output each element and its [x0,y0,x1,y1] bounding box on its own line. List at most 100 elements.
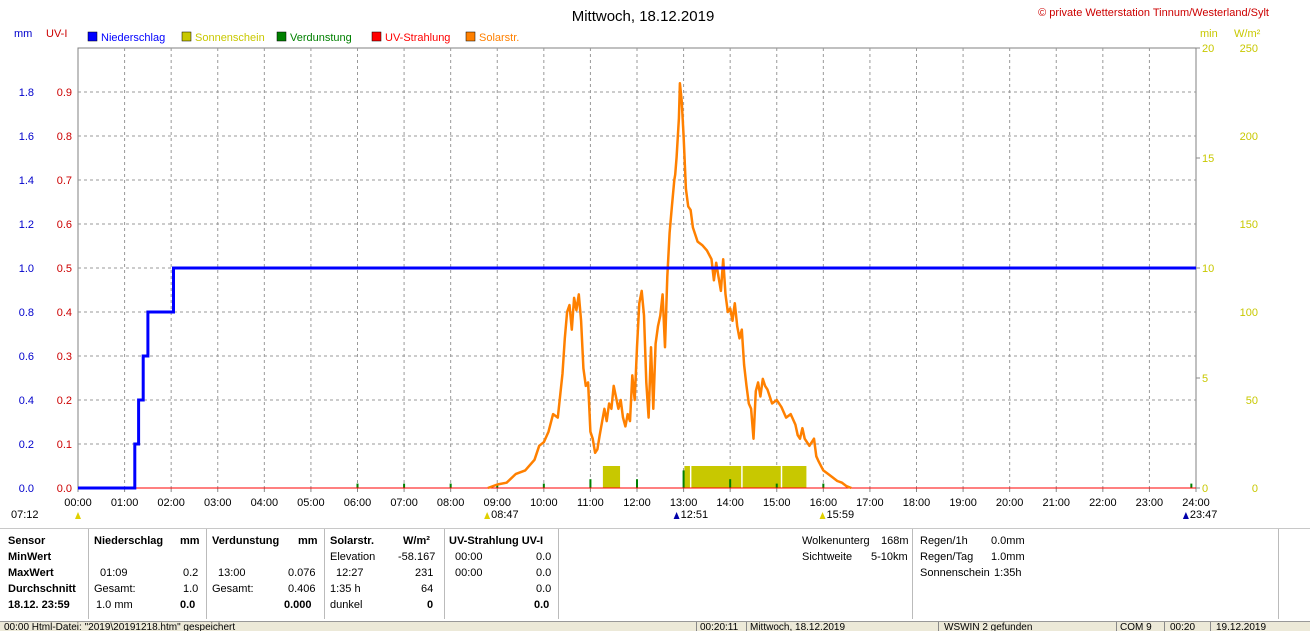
y-tick-label-uvi: 0.4 [57,307,72,319]
x-tick-label: 15:00 [763,497,791,509]
x-tick-label: 11:00 [577,497,604,509]
solar-duration-label: 1:35 h [330,583,361,595]
stats-panel: Sensor MinWert MaxWert Durchschnitt 18.1… [0,528,1310,621]
chart-title: Mittwoch, 18.12.2019 [572,8,715,25]
x-tick-label: 19:00 [949,497,977,509]
uv-header: UV-Strahlung UV-I [449,535,544,547]
cloud-base-val: 168m [881,535,909,547]
chart-legend: Niederschlag Sonnenschein Verdunstung UV-St… [87,31,519,44]
y-tick-label-uvi: 0.5 [57,263,72,275]
niederschlag-max-val: 0.2 [183,567,199,579]
y-tick-label-wm2: 250 [1240,43,1258,55]
y-tick-label-mm: 1.6 [19,131,34,143]
x-tick-label: 22:00 [1089,497,1117,509]
y-tick-label-uvi: 0.8 [57,131,72,143]
x-tick-label: 12:00 [623,497,651,509]
y-tick-label-mm: 0.2 [19,439,34,451]
unit-min-label: min [1200,28,1218,40]
x-tick-label: 01:00 [111,497,139,509]
unit-wm2-label: W/m² [1234,28,1261,40]
x-tick-label: 03:00 [204,497,232,509]
time-marker-label: 12:51 [681,509,709,521]
sunshine-bar [686,466,690,488]
sunshine-bar [616,466,621,488]
uv-min-val: 0.0 [536,551,552,563]
sunshine-bar [737,466,742,488]
verdunstung-gesamt-label: Gesamt: [212,583,254,595]
x-tick-label: 06:00 [344,497,372,509]
sunshine-bar [777,466,781,488]
time-markers: 07:12 08:47 12:51 15:59 23:47 [11,509,1217,521]
sunshine-label: Sonnenschein [920,567,990,579]
visibility-label: Sichtweite [802,551,853,563]
row-label-minwert: MinWert [8,551,52,563]
y-tick-label-min: 20 [1202,43,1214,55]
y-tick-label-mm: 0.6 [19,351,34,363]
y-tick-label-uvi: 0.6 [57,219,72,231]
y-tick-label-mm: 0.0 [19,483,34,495]
time-marker-label: 15:59 [827,509,855,521]
y-tick-label-min: 10 [1202,263,1214,275]
uv-max-val: 0.0 [536,567,552,579]
time-marker-label: 23:47 [1190,509,1218,521]
legend-swatch [276,31,287,42]
x-tick-label: 16:00 [810,497,838,509]
uv-sum-val: 0.0 [534,599,550,611]
x-tick-label: 10:00 [530,497,558,509]
y-tick-label-mm: 1.2 [19,219,34,231]
solar-duration-val: 64 [421,583,434,595]
niederschlag-max-time: 01:09 [100,567,128,579]
rain-day-val: 1.0mm [991,551,1025,563]
y-tick-label-wm2: 150 [1240,219,1258,231]
y-tick-label-mm: 0.8 [19,307,34,319]
x-tick-label: 02:00 [157,497,185,509]
row-label-durchschnitt: Durchschnitt [8,583,76,595]
cloud-base-label: Wolkenunterg [802,535,870,547]
legend-swatch [371,31,382,42]
x-tick-label: 13:00 [670,497,698,509]
x-tick-label: 08:00 [437,497,465,509]
niederschlag-unit: mm [180,535,200,547]
y-tick-label-wm2: 200 [1240,131,1258,143]
x-tick-label: 07:00 [390,497,418,509]
y-tick-label-uvi: 0.3 [57,351,72,363]
legend-label: Verdunstung [290,32,352,44]
verdunstung-header: Verdunstung [212,535,280,547]
verdunstung-max-val: 0.076 [288,567,316,579]
row-label-sensor: Sensor [8,535,46,547]
y-tick-label-uvi: 0.9 [57,87,72,99]
legend-label: Niederschlag [101,32,165,44]
niederschlag-avg-val: 1.0 mm [96,599,133,611]
legend-label: Solarstr. [479,32,519,44]
niederschlag-sum-val: 0.0 [180,599,196,611]
sunshine-bar [803,466,807,488]
x-tick-label: 18:00 [903,497,931,509]
verdunstung-gesamt-val: 0.406 [288,583,316,595]
uv-max-time: 00:00 [455,567,483,579]
solar-max-time: 12:27 [336,567,364,579]
solar-line [487,81,852,490]
x-tick-label: 05:00 [297,497,325,509]
verdunstung-unit: mm [298,535,318,547]
solar-elevation-val: -58.167 [398,551,436,563]
y-tick-label-min: 5 [1202,373,1208,385]
y-tick-label-min: 0 [1202,483,1208,495]
x-axis: 00:00 01:00 02:00 03:00 04:00 05:00 06:00 07:00… [64,488,1210,509]
unit-mm-label: mm [14,28,32,40]
time-marker-label: 08:47 [491,509,519,521]
solar-max-val: 231 [415,567,434,579]
x-tick-label: 23:00 [1136,497,1164,509]
time-marker-icon [673,512,680,519]
x-tick-label: 20:00 [996,497,1024,509]
y-tick-label-mm: 1.0 [19,263,34,275]
y-tick-label-wm2: 100 [1240,307,1258,319]
y-tick-label-wm2: 0 [1252,483,1258,495]
y-tick-label-uvi: 0.1 [57,439,72,451]
y-tick-label-uvi: 0.0 [57,483,72,495]
solar-elevation-label: Elevation [330,551,376,563]
rain-day-label: Regen/Tag [920,551,974,563]
legend-swatch [87,31,98,42]
visibility-val: 5-10km [871,551,908,563]
rain-1h-label: Regen/1h [920,535,968,547]
y-tick-label-mm: 0.4 [19,395,34,407]
